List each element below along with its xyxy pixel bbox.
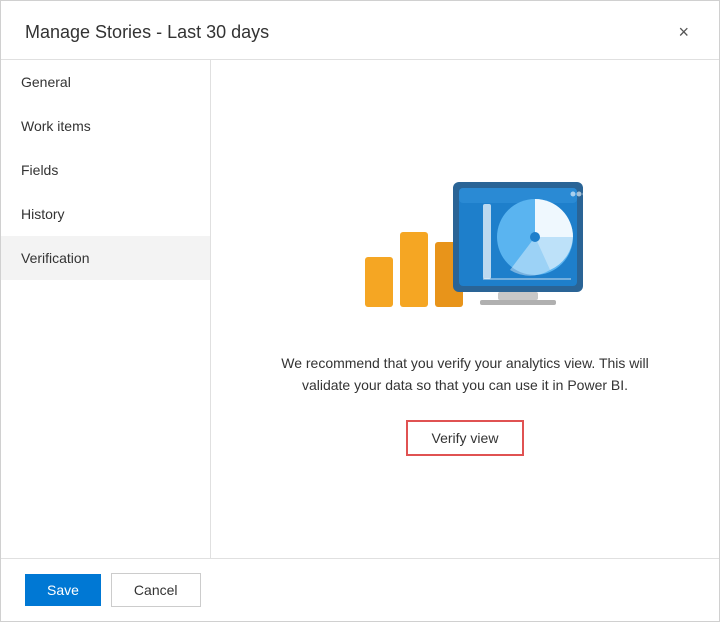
save-button[interactable]: Save [25, 574, 101, 606]
verify-description: We recommend that you verify your analyt… [275, 352, 655, 397]
sidebar-item-fields[interactable]: Fields [1, 148, 210, 192]
analytics-illustration [335, 162, 595, 322]
sidebar-item-history[interactable]: History [1, 192, 210, 236]
sidebar-item-work-items[interactable]: Work items [1, 104, 210, 148]
manage-stories-dialog: Manage Stories - Last 30 days × General … [0, 0, 720, 622]
dialog-header: Manage Stories - Last 30 days × [1, 1, 719, 60]
close-button[interactable]: × [672, 19, 695, 45]
dialog-title: Manage Stories - Last 30 days [25, 22, 269, 43]
sidebar: General Work items Fields History Verifi… [1, 60, 211, 558]
verify-view-button[interactable]: Verify view [406, 420, 525, 456]
cancel-button[interactable]: Cancel [111, 573, 201, 607]
dialog-body: General Work items Fields History Verifi… [1, 60, 719, 558]
sidebar-item-verification[interactable]: Verification [1, 236, 210, 280]
sidebar-item-general[interactable]: General [1, 60, 210, 104]
main-content: We recommend that you verify your analyt… [211, 60, 719, 558]
dialog-footer: Save Cancel [1, 558, 719, 621]
